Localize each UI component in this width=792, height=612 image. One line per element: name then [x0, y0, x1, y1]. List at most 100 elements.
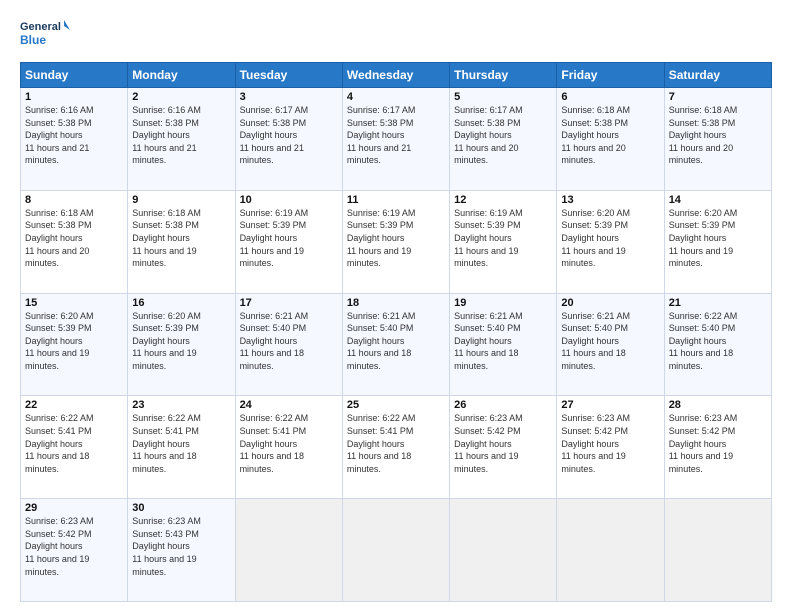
day-number: 15 — [25, 297, 123, 309]
day-cell: 29 Sunrise: 6:23 AMSunset: 5:42 PMDaylig… — [21, 499, 128, 602]
weekday-header-monday: Monday — [128, 63, 235, 88]
day-info: Sunrise: 6:23 AMSunset: 5:42 PMDaylight … — [25, 516, 94, 576]
day-info: Sunrise: 6:22 AMSunset: 5:41 PMDaylight … — [347, 413, 416, 473]
day-cell: 2 Sunrise: 6:16 AMSunset: 5:38 PMDayligh… — [128, 88, 235, 191]
day-cell: 3 Sunrise: 6:17 AMSunset: 5:38 PMDayligh… — [235, 88, 342, 191]
day-info: Sunrise: 6:17 AMSunset: 5:38 PMDaylight … — [454, 105, 523, 165]
day-number: 27 — [561, 399, 659, 411]
day-info: Sunrise: 6:20 AMSunset: 5:39 PMDaylight … — [669, 208, 738, 268]
day-cell: 28 Sunrise: 6:23 AMSunset: 5:42 PMDaylig… — [664, 396, 771, 499]
day-number: 10 — [240, 194, 338, 206]
day-cell: 21 Sunrise: 6:22 AMSunset: 5:40 PMDaylig… — [664, 293, 771, 396]
day-info: Sunrise: 6:18 AMSunset: 5:38 PMDaylight … — [132, 208, 201, 268]
day-cell: 14 Sunrise: 6:20 AMSunset: 5:39 PMDaylig… — [664, 190, 771, 293]
day-info: Sunrise: 6:23 AMSunset: 5:42 PMDaylight … — [454, 413, 523, 473]
day-number: 9 — [132, 194, 230, 206]
weekday-header-tuesday: Tuesday — [235, 63, 342, 88]
day-cell: 7 Sunrise: 6:18 AMSunset: 5:38 PMDayligh… — [664, 88, 771, 191]
weekday-header-wednesday: Wednesday — [342, 63, 449, 88]
day-number: 24 — [240, 399, 338, 411]
day-cell: 5 Sunrise: 6:17 AMSunset: 5:38 PMDayligh… — [450, 88, 557, 191]
day-info: Sunrise: 6:21 AMSunset: 5:40 PMDaylight … — [240, 311, 309, 371]
day-number: 3 — [240, 91, 338, 103]
logo-svg: General Blue — [20, 16, 70, 52]
day-info: Sunrise: 6:16 AMSunset: 5:38 PMDaylight … — [25, 105, 94, 165]
weekday-header-thursday: Thursday — [450, 63, 557, 88]
day-cell: 8 Sunrise: 6:18 AMSunset: 5:38 PMDayligh… — [21, 190, 128, 293]
day-number: 16 — [132, 297, 230, 309]
day-info: Sunrise: 6:22 AMSunset: 5:41 PMDaylight … — [25, 413, 94, 473]
day-number: 13 — [561, 194, 659, 206]
day-number: 2 — [132, 91, 230, 103]
day-number: 8 — [25, 194, 123, 206]
day-cell — [450, 499, 557, 602]
week-row-5: 29 Sunrise: 6:23 AMSunset: 5:42 PMDaylig… — [21, 499, 772, 602]
day-cell — [342, 499, 449, 602]
day-info: Sunrise: 6:17 AMSunset: 5:38 PMDaylight … — [347, 105, 416, 165]
day-number: 21 — [669, 297, 767, 309]
day-cell: 13 Sunrise: 6:20 AMSunset: 5:39 PMDaylig… — [557, 190, 664, 293]
day-cell: 1 Sunrise: 6:16 AMSunset: 5:38 PMDayligh… — [21, 88, 128, 191]
weekday-header-row: SundayMondayTuesdayWednesdayThursdayFrid… — [21, 63, 772, 88]
week-row-4: 22 Sunrise: 6:22 AMSunset: 5:41 PMDaylig… — [21, 396, 772, 499]
day-info: Sunrise: 6:18 AMSunset: 5:38 PMDaylight … — [561, 105, 630, 165]
day-number: 5 — [454, 91, 552, 103]
day-cell: 30 Sunrise: 6:23 AMSunset: 5:43 PMDaylig… — [128, 499, 235, 602]
weekday-header-sunday: Sunday — [21, 63, 128, 88]
week-row-3: 15 Sunrise: 6:20 AMSunset: 5:39 PMDaylig… — [21, 293, 772, 396]
day-cell: 6 Sunrise: 6:18 AMSunset: 5:38 PMDayligh… — [557, 88, 664, 191]
day-cell — [664, 499, 771, 602]
day-cell: 17 Sunrise: 6:21 AMSunset: 5:40 PMDaylig… — [235, 293, 342, 396]
day-info: Sunrise: 6:19 AMSunset: 5:39 PMDaylight … — [347, 208, 416, 268]
day-info: Sunrise: 6:22 AMSunset: 5:41 PMDaylight … — [240, 413, 309, 473]
day-number: 14 — [669, 194, 767, 206]
day-info: Sunrise: 6:18 AMSunset: 5:38 PMDaylight … — [669, 105, 738, 165]
day-info: Sunrise: 6:20 AMSunset: 5:39 PMDaylight … — [132, 311, 201, 371]
day-cell: 18 Sunrise: 6:21 AMSunset: 5:40 PMDaylig… — [342, 293, 449, 396]
day-info: Sunrise: 6:19 AMSunset: 5:39 PMDaylight … — [240, 208, 309, 268]
day-info: Sunrise: 6:21 AMSunset: 5:40 PMDaylight … — [454, 311, 523, 371]
day-cell: 12 Sunrise: 6:19 AMSunset: 5:39 PMDaylig… — [450, 190, 557, 293]
day-info: Sunrise: 6:23 AMSunset: 5:42 PMDaylight … — [669, 413, 738, 473]
day-number: 20 — [561, 297, 659, 309]
weekday-header-saturday: Saturday — [664, 63, 771, 88]
week-row-2: 8 Sunrise: 6:18 AMSunset: 5:38 PMDayligh… — [21, 190, 772, 293]
day-number: 7 — [669, 91, 767, 103]
svg-text:Blue: Blue — [20, 33, 46, 47]
day-cell: 23 Sunrise: 6:22 AMSunset: 5:41 PMDaylig… — [128, 396, 235, 499]
day-cell: 16 Sunrise: 6:20 AMSunset: 5:39 PMDaylig… — [128, 293, 235, 396]
day-cell: 24 Sunrise: 6:22 AMSunset: 5:41 PMDaylig… — [235, 396, 342, 499]
day-number: 29 — [25, 502, 123, 514]
day-info: Sunrise: 6:17 AMSunset: 5:38 PMDaylight … — [240, 105, 309, 165]
day-cell: 27 Sunrise: 6:23 AMSunset: 5:42 PMDaylig… — [557, 396, 664, 499]
day-cell: 19 Sunrise: 6:21 AMSunset: 5:40 PMDaylig… — [450, 293, 557, 396]
day-number: 25 — [347, 399, 445, 411]
logo: General Blue — [20, 16, 70, 52]
day-cell: 11 Sunrise: 6:19 AMSunset: 5:39 PMDaylig… — [342, 190, 449, 293]
day-number: 28 — [669, 399, 767, 411]
day-cell: 22 Sunrise: 6:22 AMSunset: 5:41 PMDaylig… — [21, 396, 128, 499]
day-info: Sunrise: 6:22 AMSunset: 5:40 PMDaylight … — [669, 311, 738, 371]
weekday-header-friday: Friday — [557, 63, 664, 88]
day-number: 1 — [25, 91, 123, 103]
day-number: 26 — [454, 399, 552, 411]
week-row-1: 1 Sunrise: 6:16 AMSunset: 5:38 PMDayligh… — [21, 88, 772, 191]
day-number: 22 — [25, 399, 123, 411]
day-info: Sunrise: 6:18 AMSunset: 5:38 PMDaylight … — [25, 208, 94, 268]
day-number: 4 — [347, 91, 445, 103]
day-info: Sunrise: 6:22 AMSunset: 5:41 PMDaylight … — [132, 413, 201, 473]
day-info: Sunrise: 6:16 AMSunset: 5:38 PMDaylight … — [132, 105, 201, 165]
day-cell: 20 Sunrise: 6:21 AMSunset: 5:40 PMDaylig… — [557, 293, 664, 396]
day-number: 23 — [132, 399, 230, 411]
calendar-table: SundayMondayTuesdayWednesdayThursdayFrid… — [20, 62, 772, 602]
day-number: 11 — [347, 194, 445, 206]
svg-text:General: General — [20, 21, 61, 33]
day-number: 30 — [132, 502, 230, 514]
day-number: 17 — [240, 297, 338, 309]
day-cell: 4 Sunrise: 6:17 AMSunset: 5:38 PMDayligh… — [342, 88, 449, 191]
day-info: Sunrise: 6:23 AMSunset: 5:42 PMDaylight … — [561, 413, 630, 473]
day-cell: 25 Sunrise: 6:22 AMSunset: 5:41 PMDaylig… — [342, 396, 449, 499]
day-info: Sunrise: 6:20 AMSunset: 5:39 PMDaylight … — [25, 311, 94, 371]
day-info: Sunrise: 6:21 AMSunset: 5:40 PMDaylight … — [561, 311, 630, 371]
day-info: Sunrise: 6:23 AMSunset: 5:43 PMDaylight … — [132, 516, 201, 576]
